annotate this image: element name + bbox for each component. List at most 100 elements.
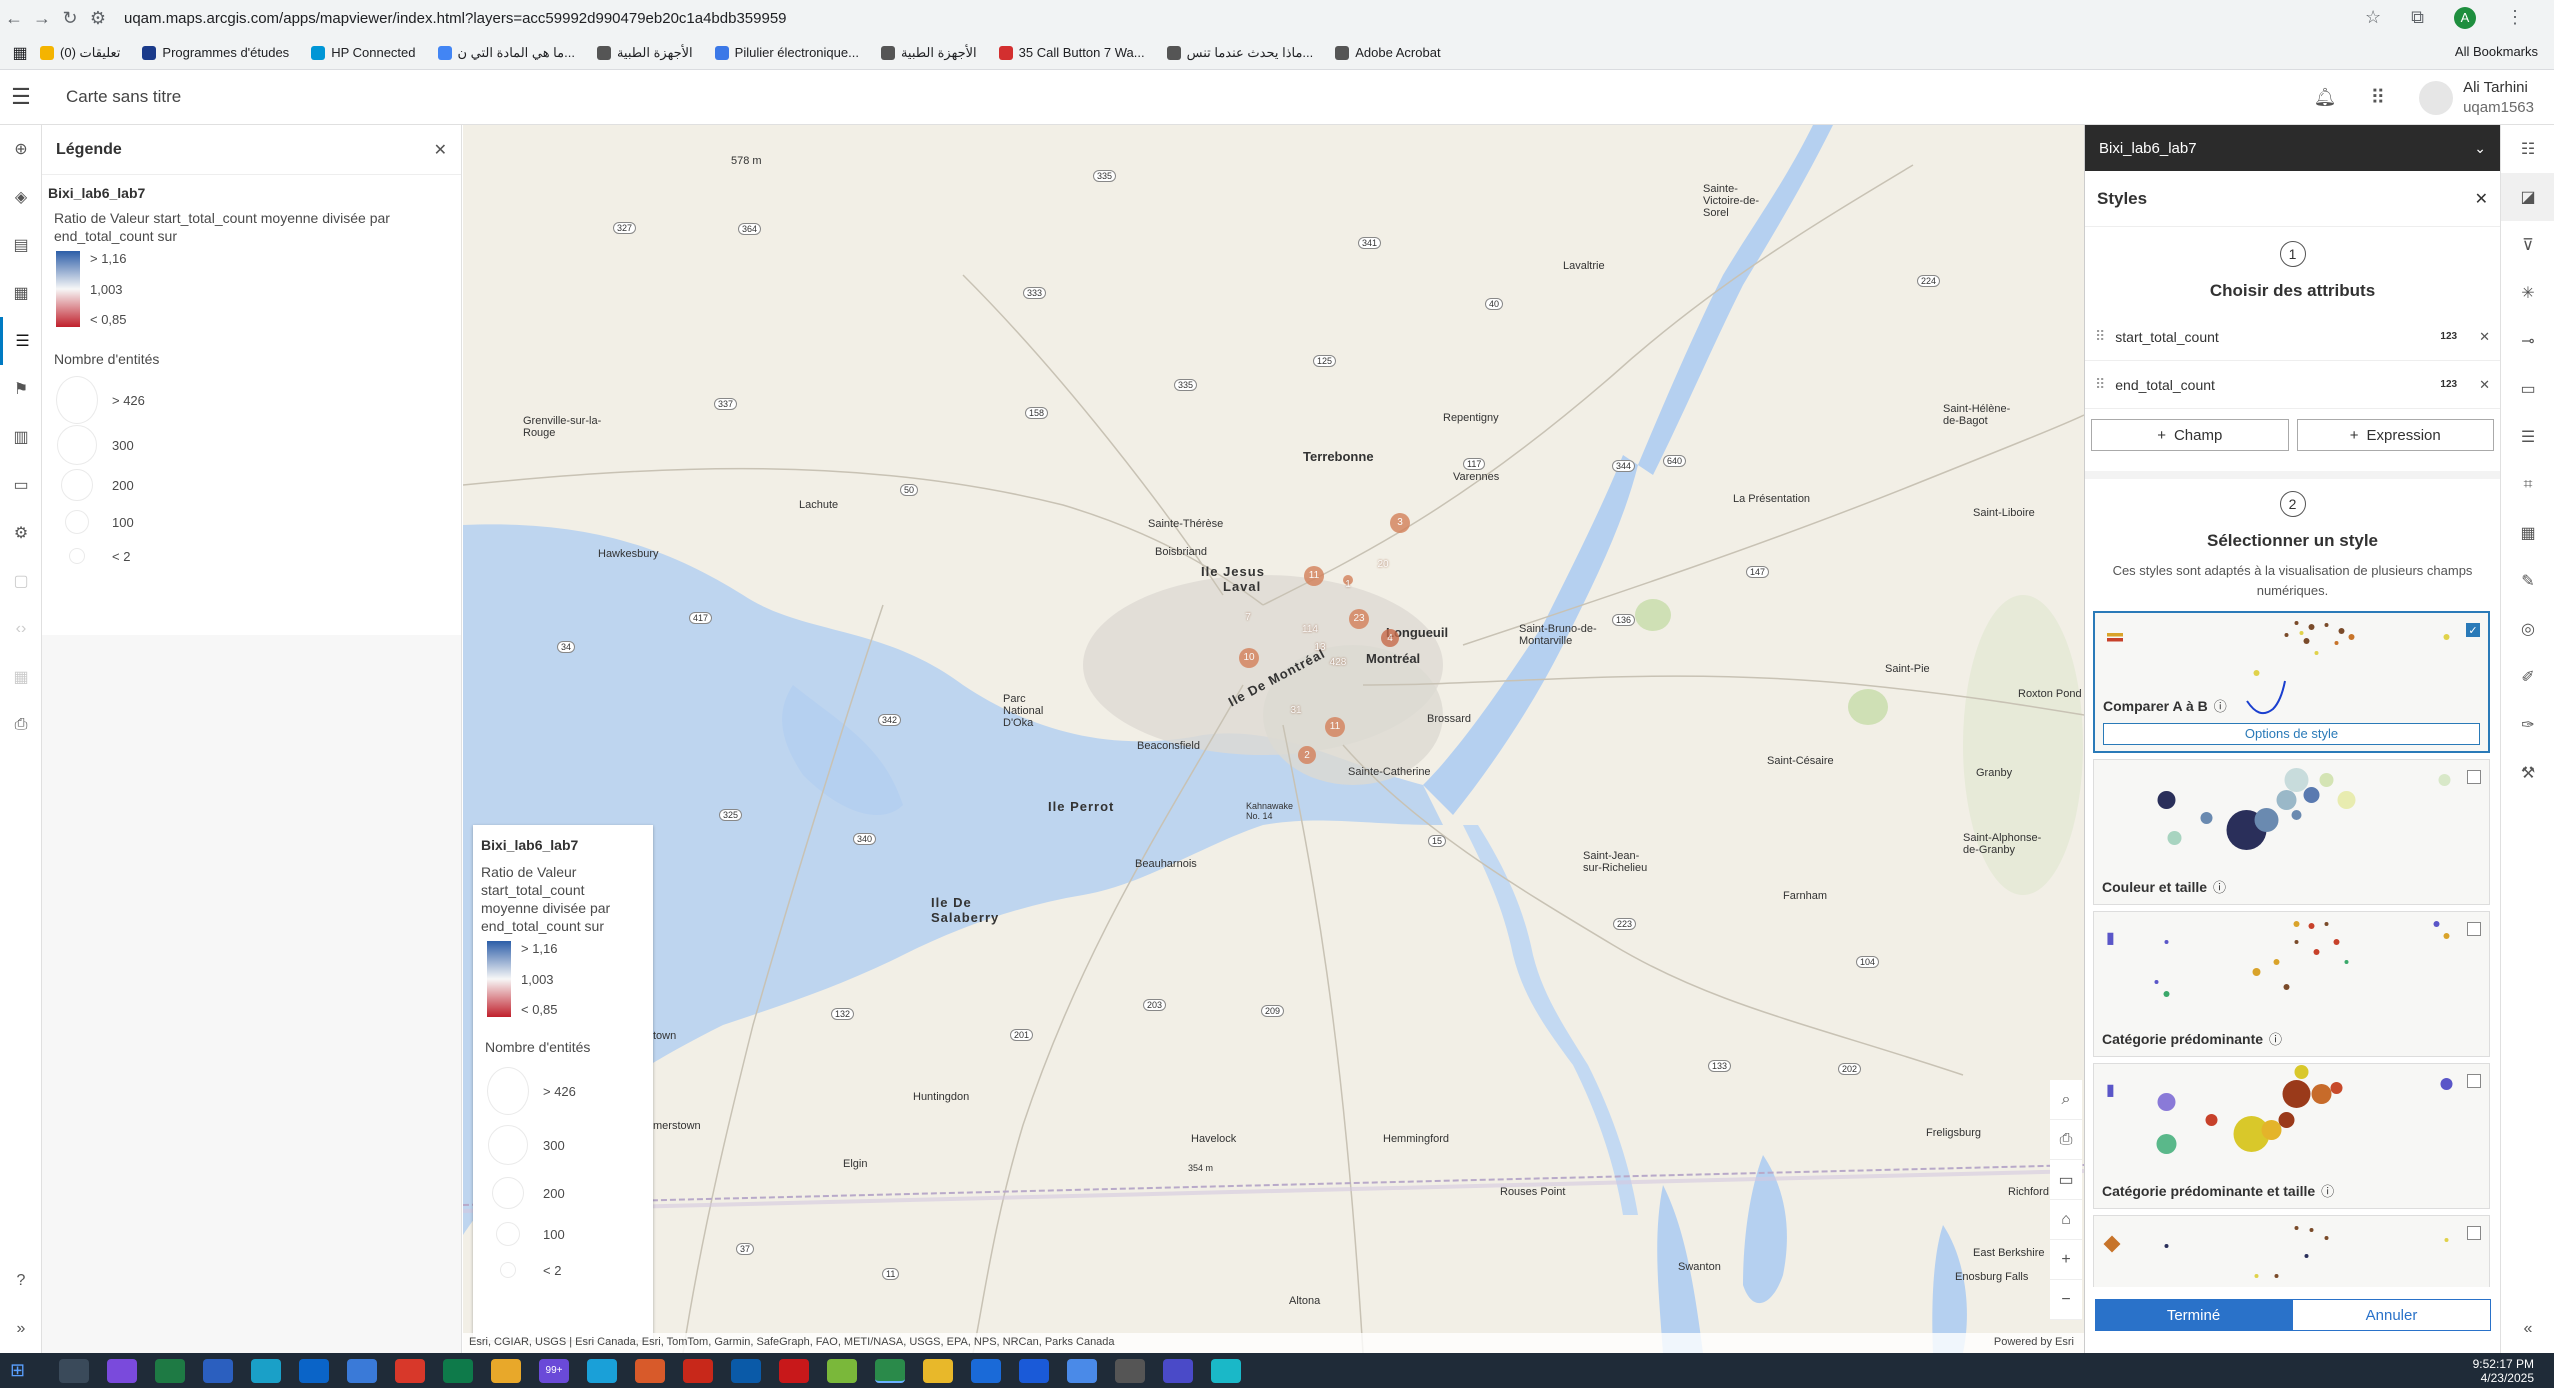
info-icon[interactable]: ⓘ (2213, 880, 2226, 895)
apps-grid-icon[interactable]: ▦ (0, 43, 40, 63)
publisher-icon[interactable] (443, 1358, 473, 1383)
popups-icon[interactable]: ▭ (2501, 365, 2554, 413)
tables-icon[interactable]: ▤ (0, 221, 42, 269)
add-icon[interactable]: ⊕ (0, 125, 42, 173)
copilot-icon[interactable] (107, 1358, 137, 1383)
close-icon[interactable]: ✕ (2475, 189, 2488, 209)
store-icon[interactable] (347, 1358, 377, 1383)
menu-icon[interactable]: ☰ (0, 84, 42, 110)
bookmark-item[interactable]: Programmes d'études (142, 45, 289, 61)
zoom-in-icon[interactable]: + (2050, 1240, 2082, 1280)
station-cluster[interactable]: 4 (1381, 629, 1399, 647)
bookmark-item[interactable]: ما هي المادة التي ن... (437, 45, 575, 61)
style-card-predominant-size[interactable]: ▮ Catégorie prédominante et taille ⓘ (2093, 1063, 2490, 1209)
bookmark-item[interactable]: الأجهزة الطبية (880, 45, 977, 61)
style-card-predominant[interactable]: ▮ Catégorie prédominante ⓘ (2093, 911, 2490, 1057)
explorer-icon[interactable] (491, 1358, 521, 1383)
measure-icon[interactable]: ✑ (2501, 701, 2554, 749)
map-view[interactable]: 578 m Sainte-Victoire-de-Sorel Grenville… (463, 125, 2084, 1353)
style-card-other[interactable] (2093, 1215, 2490, 1287)
style-options-button[interactable]: Options de style (2103, 723, 2480, 745)
add-field-button[interactable]: + Champ (2091, 419, 2289, 451)
extensions-icon[interactable]: ⧉ (2411, 7, 2424, 29)
tools-icon[interactable]: ⚒ (2501, 749, 2554, 797)
analysis-icon[interactable]: ◎ (2501, 605, 2554, 653)
app-icon[interactable] (1211, 1358, 1241, 1383)
pdf-icon[interactable] (683, 1358, 713, 1383)
site-info-icon[interactable]: ⚙ (84, 8, 112, 29)
collapse-icon[interactable]: « (2501, 1305, 2554, 1353)
taskview-icon[interactable] (59, 1358, 89, 1383)
home-icon[interactable]: ⌂ (2050, 1200, 2082, 1240)
attribute-row[interactable]: ⠿ end_total_count 123 ✕ (2085, 361, 2500, 409)
excel-icon[interactable] (155, 1358, 185, 1383)
drag-handle-icon[interactable]: ⠿ (2095, 328, 2105, 345)
edge-icon[interactable] (587, 1358, 617, 1383)
style-checkbox[interactable]: ✓ (2466, 623, 2480, 637)
station-cluster[interactable]: 1 (1343, 575, 1353, 590)
close-icon[interactable]: ✕ (434, 140, 447, 160)
station-cluster[interactable]: 31 (1286, 701, 1306, 721)
bookmark-item[interactable]: HP Connected (311, 45, 416, 61)
bookmark-item[interactable]: تعليقات (0) (40, 45, 120, 61)
station-cluster[interactable]: 13 (1310, 638, 1330, 658)
system-clock[interactable]: 9:52:17 PM 4/23/2025 (2473, 1357, 2534, 1385)
done-button[interactable]: Terminé (2095, 1299, 2292, 1331)
outlook-icon[interactable] (731, 1358, 761, 1383)
filter-icon[interactable]: ⊽ (2501, 221, 2554, 269)
style-checkbox[interactable] (2467, 1226, 2481, 1240)
style-checkbox[interactable] (2467, 922, 2481, 936)
labels-icon[interactable]: ⌗ (2501, 461, 2554, 509)
back-icon[interactable]: ← (0, 8, 28, 29)
settings-icon[interactable]: ⚙ (0, 509, 42, 557)
info-icon[interactable]: ⓘ (2269, 1032, 2282, 1047)
charts-icon[interactable]: ▥ (0, 413, 42, 461)
print-icon[interactable]: ⎙ (0, 701, 42, 749)
bookmark-item[interactable]: ماذا يحدث عندما تنس... (1166, 45, 1313, 61)
attribute-row[interactable]: ⠿ start_total_count 123 ✕ (2085, 313, 2500, 361)
powerpoint-icon[interactable] (635, 1358, 665, 1383)
all-bookmarks-link[interactable]: All Bookmarks (2455, 44, 2538, 59)
tool-icon[interactable]: ▢ (0, 557, 42, 605)
app-icon[interactable] (1067, 1358, 1097, 1383)
cancel-button[interactable]: Annuler (2292, 1299, 2491, 1331)
styles-icon[interactable]: ◪ (2501, 173, 2554, 221)
edit-icon[interactable]: ✎ (2501, 557, 2554, 605)
search-icon[interactable]: ⌕ (2050, 1080, 2082, 1120)
station-cluster[interactable]: 7 (1238, 608, 1258, 628)
info-icon[interactable]: ⓘ (2321, 1184, 2334, 1199)
app-icon[interactable] (779, 1358, 809, 1383)
forward-icon[interactable]: → (28, 8, 56, 29)
remove-icon[interactable]: ✕ (2479, 377, 2490, 393)
bookmark-star-icon[interactable]: ☆ (2365, 7, 2381, 29)
sketch-icon[interactable]: ✐ (2501, 653, 2554, 701)
style-checkbox[interactable] (2467, 1074, 2481, 1088)
screen-icon[interactable]: ▭ (2050, 1160, 2082, 1200)
station-cluster[interactable]: 2 (1298, 746, 1316, 764)
expand-icon[interactable]: » (0, 1305, 42, 1353)
outlook-icon[interactable] (299, 1358, 329, 1383)
notifications-icon[interactable]: 🔔︎ (2314, 87, 2337, 108)
station-cluster[interactable]: 10 (1239, 648, 1259, 668)
app-icon[interactable] (1019, 1358, 1049, 1383)
add-expression-button[interactable]: + Expression (2296, 419, 2494, 451)
station-cluster[interactable]: 20 (1373, 555, 1393, 575)
word-icon[interactable] (203, 1358, 233, 1383)
layer-selector[interactable]: Bixi_lab6_lab7 ⌄ (2085, 125, 2500, 171)
station-cluster[interactable]: 23 (1349, 609, 1369, 629)
qgis-icon[interactable] (827, 1358, 857, 1383)
help-icon[interactable]: ? (0, 1257, 42, 1305)
fields-icon[interactable]: ☰ (2501, 413, 2554, 461)
app-icon[interactable] (971, 1358, 1001, 1383)
station-cluster[interactable]: 3 (1390, 513, 1410, 533)
table-icon[interactable]: ▦ (0, 653, 42, 701)
style-card-compare[interactable]: ✓ Comparer A à B ⓘ Options de style (2093, 611, 2490, 753)
aggregation-icon[interactable]: ⊸ (2501, 317, 2554, 365)
forms-icon[interactable]: ▦ (2501, 509, 2554, 557)
acrobat-icon[interactable] (395, 1358, 425, 1383)
teams-icon[interactable]: 99+ (539, 1358, 569, 1383)
basemap-icon[interactable]: ▦ (0, 269, 42, 317)
reload-icon[interactable]: ↻ (56, 8, 84, 29)
info-icon[interactable]: ⓘ (2214, 699, 2227, 714)
bookmark-item[interactable]: Pilulier électronique... (714, 45, 859, 61)
